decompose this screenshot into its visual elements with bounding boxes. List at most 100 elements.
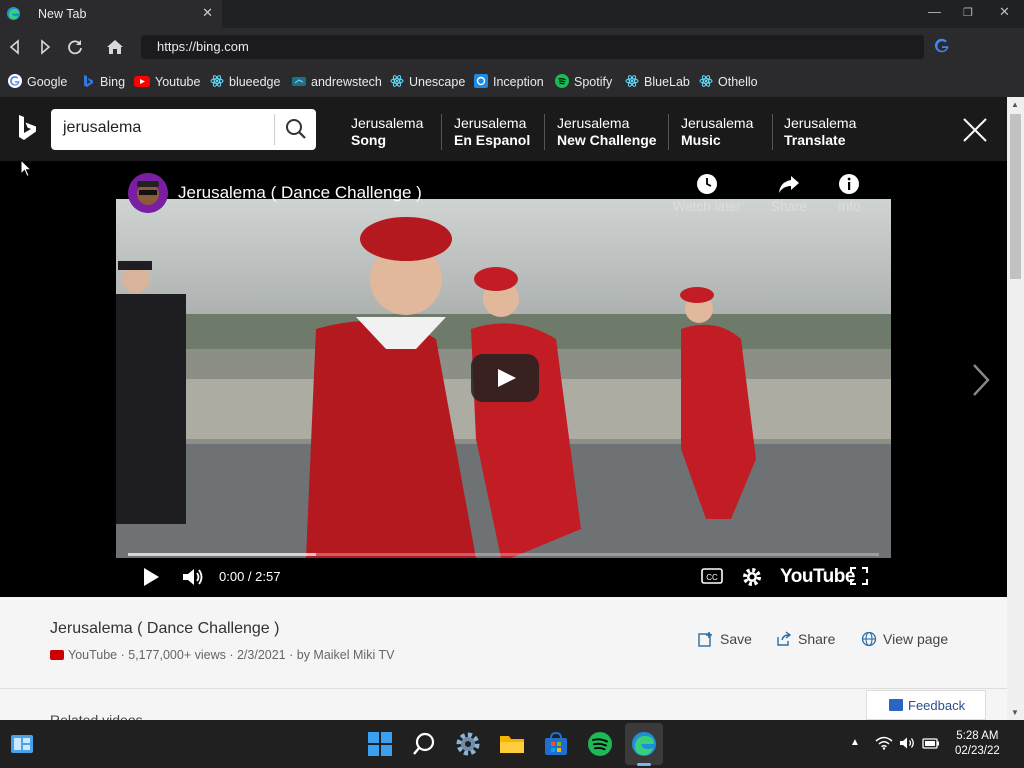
captions-icon[interactable]: CC (701, 568, 723, 584)
volume-icon[interactable] (899, 736, 917, 750)
forward-icon[interactable] (34, 36, 56, 58)
globe-icon (861, 631, 877, 647)
browser-titlebar: New Tab ✕ — ❐ ✕ (0, 0, 1024, 28)
save-button[interactable]: Save (698, 631, 752, 647)
related-search-song[interactable]: Jerusalema Song (351, 115, 423, 149)
section-divider (0, 688, 1007, 689)
youtube-icon (50, 650, 64, 660)
next-arrow-icon[interactable] (970, 362, 992, 398)
scroll-down-icon[interactable]: ▼ (1011, 708, 1019, 717)
related-search-new-challenge[interactable]: Jerusalema New Challenge (557, 115, 657, 149)
bookmark-unescape[interactable]: Unescape (390, 74, 465, 89)
bookmark-bing[interactable]: Bing (81, 74, 125, 89)
tab-close-icon[interactable]: ✕ (202, 5, 213, 21)
tray-chevron-icon[interactable]: ▲ (850, 737, 860, 748)
info-icon (839, 174, 860, 194)
scroll-up-icon[interactable]: ▲ (1011, 100, 1019, 109)
maximize-button[interactable]: ❐ (963, 6, 973, 19)
settings-gear-icon[interactable] (455, 731, 481, 757)
edge-icon (6, 6, 21, 21)
related-divider (772, 114, 773, 150)
react-icon (390, 75, 404, 87)
play-icon (498, 369, 516, 387)
feedback-button[interactable]: Feedback (866, 690, 986, 720)
related-videos-heading: Related videos (50, 712, 143, 720)
watch-later-button[interactable]: Watch later (673, 173, 741, 214)
search-icon[interactable] (411, 731, 437, 757)
page-content: jerusalema Jerusalema Song Jerusalema En E… (0, 97, 1007, 720)
windows-start-icon[interactable] (367, 731, 393, 757)
minimize-button[interactable]: — (928, 4, 941, 19)
video-title-overlay[interactable]: Jerusalema ( Dance Challenge ) (178, 183, 422, 203)
play-icon[interactable] (141, 566, 161, 588)
close-icon[interactable] (962, 117, 988, 143)
related-search-en-espanol[interactable]: Jerusalema En Espanol (454, 115, 530, 149)
taskbar-active-indicator (637, 763, 651, 766)
close-window-button[interactable]: ✕ (999, 4, 1010, 20)
bookmark-google[interactable]: Google (8, 74, 67, 89)
back-icon[interactable] (4, 36, 26, 58)
save-plus-icon (698, 632, 712, 647)
clock-icon (696, 174, 717, 194)
search-input[interactable]: jerusalema (63, 119, 141, 137)
spotify-icon[interactable] (587, 731, 613, 757)
address-bar[interactable]: https://bing.com (141, 35, 924, 59)
refresh-icon[interactable] (64, 36, 86, 58)
related-search-translate[interactable]: Jerusalema Translate (784, 115, 856, 149)
bookmark-inception[interactable]: Inception (474, 74, 544, 89)
bing-search-header: jerusalema Jerusalema Song Jerusalema En E… (0, 97, 1007, 161)
youtube-icon (134, 76, 150, 87)
search-icon[interactable] (283, 116, 309, 142)
video-progress-bar[interactable] (128, 553, 879, 556)
related-search-music[interactable]: Jerusalema Music (681, 115, 753, 149)
share-button[interactable]: Share (776, 631, 835, 647)
file-explorer-icon[interactable] (499, 731, 525, 757)
channel-avatar[interactable] (128, 173, 168, 213)
inception-icon (474, 74, 488, 88)
bookmark-blueedge[interactable]: blueedge (210, 74, 280, 89)
clock-date: 02/23/22 (955, 745, 1000, 757)
clock-time: 5:28 AM (956, 730, 999, 742)
google-icon[interactable] (934, 38, 950, 54)
bookmark-youtube[interactable]: Youtube (134, 74, 200, 89)
browser-tab[interactable]: New Tab ✕ (0, 0, 222, 28)
widgets-icon[interactable] (9, 731, 35, 757)
system-clock[interactable]: 5:28 AM 02/23/22 (955, 729, 1000, 759)
youtube-logo[interactable]: YouTube (780, 566, 855, 588)
scroll-thumb[interactable] (1010, 114, 1021, 279)
edge-icon[interactable] (631, 731, 657, 757)
info-button[interactable]: Info (838, 173, 861, 214)
feedback-icon (889, 699, 903, 711)
video-details-title[interactable]: Jerusalema ( Dance Challenge ) (50, 620, 279, 638)
bing-logo-icon[interactable] (17, 114, 39, 142)
search-box[interactable]: jerusalema (51, 109, 316, 150)
bookmark-andrewstech[interactable]: andrewstech (292, 74, 382, 89)
andrewstech-icon (292, 77, 306, 86)
share-overlay-button[interactable]: Share (771, 173, 807, 214)
play-overlay-button[interactable] (471, 354, 539, 402)
bookmark-othello[interactable]: Othello (699, 74, 758, 89)
windows-taskbar: ▲ 5:28 AM 02/23/22 (0, 720, 1024, 768)
video-details-panel: Jerusalema ( Dance Challenge ) YouTube ·… (0, 597, 1007, 720)
settings-gear-icon[interactable] (741, 566, 763, 588)
wifi-icon[interactable] (875, 736, 893, 750)
bookmark-spotify[interactable]: Spotify (555, 74, 612, 89)
browser-navbar: https://bing.com (0, 28, 1024, 68)
microsoft-store-icon[interactable] (543, 731, 569, 757)
page-scrollbar[interactable]: ▲ ▼ (1007, 97, 1024, 720)
bookmark-bluelab[interactable]: BlueLab (625, 74, 690, 89)
fullscreen-icon[interactable] (849, 566, 869, 586)
volume-icon[interactable] (181, 566, 205, 588)
bing-icon (84, 75, 93, 87)
mouse-cursor-icon (20, 159, 32, 178)
home-icon[interactable] (104, 36, 126, 58)
share-arrow-icon (779, 176, 800, 193)
svg-text:CC: CC (706, 573, 718, 582)
spotify-icon (555, 74, 569, 88)
related-divider (668, 114, 669, 150)
battery-icon[interactable] (922, 736, 940, 750)
related-divider (441, 114, 442, 150)
view-page-button[interactable]: View page (861, 631, 948, 647)
react-icon (625, 75, 639, 87)
video-details-meta: YouTube · 5,177,000+ views · 2/3/2021 · … (50, 648, 394, 662)
